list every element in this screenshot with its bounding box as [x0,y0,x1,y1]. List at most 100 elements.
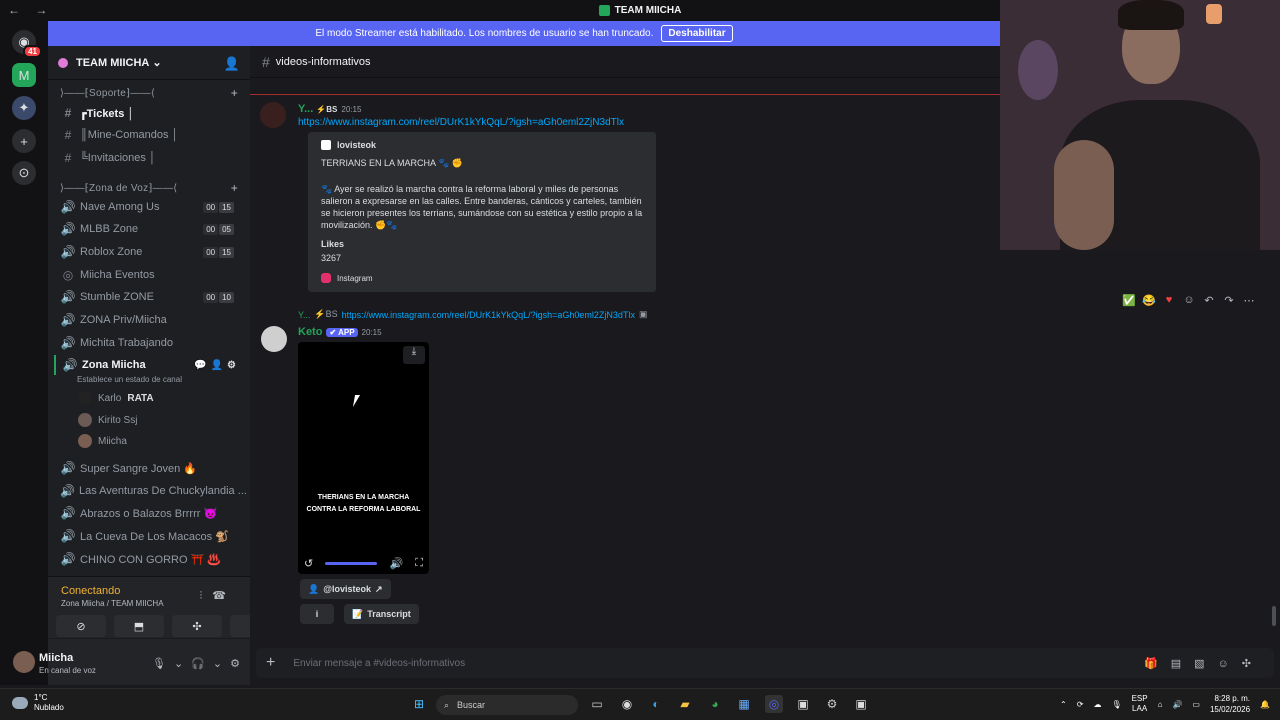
info-button[interactable]: i [300,604,334,624]
voice-member[interactable]: Miicha [78,432,127,450]
volume-icon[interactable]: 🔊 [389,557,403,570]
battery-icon[interactable]: ▭ [1192,700,1200,709]
cloud-tray-icon[interactable]: ☁ [1093,700,1101,709]
notifications-icon[interactable]: 🔔 [1260,700,1270,709]
avatar[interactable] [261,326,287,352]
chevron-down-icon[interactable]: ⌄ [213,657,222,670]
server-team-miicha-icon[interactable]: M [12,63,36,87]
add-reaction-icon[interactable]: ☺ [1182,294,1196,307]
epic-games-icon-2[interactable]: ▣ [852,695,870,713]
heart-reaction-icon[interactable]: ♥ [1162,294,1176,307]
chevron-up-icon[interactable]: ⌃ [1060,700,1067,709]
category-zona-de-voz[interactable]: ⟩——⁅Zona de Voz⁆——⟨ + [54,178,246,198]
gear-icon[interactable]: ⚙ [230,657,240,670]
username[interactable]: Miicha [39,652,73,664]
sync-icon[interactable]: ⟳ [1077,700,1084,709]
message-author[interactable]: Keto ✔ APP 20:15 [298,326,382,338]
voice-channel[interactable]: 🔊 Stumble ZONE 00 10 [54,287,246,307]
voice-channel[interactable]: 🔊 Nave Among Us 00 15 [54,197,246,217]
avatar[interactable] [260,102,286,128]
settings-icon[interactable]: ⚙ [823,695,841,713]
voice-channel[interactable]: 🔊 CHINO CON GORRO ⛩️ ♨️ [54,549,246,569]
download-icon[interactable]: ⤓ [403,346,425,364]
epic-games-icon[interactable]: ▣ [794,695,812,713]
nav-arrows[interactable]: ← → [8,3,53,17]
attach-plus-icon[interactable]: + [266,654,275,672]
server-icon-2[interactable]: ✦ [12,96,36,120]
language-indicator[interactable]: ESP LAA [1132,694,1148,714]
clock[interactable]: 8:28 p. m. 15/02/2026 [1210,693,1250,715]
voice-location[interactable]: Zona Miicha / TEAM MIICHA [61,599,164,608]
transcript-button[interactable]: 📝 Transcript [344,604,419,624]
voice-channel[interactable]: 🔊 La Cueva De Los Macacos 🐒 [54,526,246,546]
disable-streamer-button[interactable]: Deshabilitar [661,25,733,42]
fullscreen-icon[interactable]: ⛶ [415,557,423,570]
voice-member[interactable]: Kirito Ssj [78,411,137,429]
reply-reference[interactable]: Y... ⚡BS https://www.instagram.com/reel/… [298,309,647,320]
disconnect-icon[interactable]: ☎ [212,590,236,602]
network-icon[interactable]: ⌂ [1158,700,1163,709]
gear-icon[interactable]: ⚙ [227,360,236,371]
invite-people-icon[interactable]: 👤 [224,56,240,72]
channel-mine-comandos[interactable]: # ║Mine-Comandos │ [54,125,246,145]
microphone-icon[interactable]: 🎙 [152,657,166,670]
laugh-reaction-icon[interactable]: 😂 [1142,294,1156,307]
chat-scrollbar[interactable] [1272,606,1276,626]
windows-start-icon[interactable]: ⊞ [410,695,428,713]
voice-channel[interactable]: 🔊 ZONA Priv/Miicha [54,310,246,330]
category-soporte[interactable]: ⟩——⁅Soporte⁆——⟨ + [54,83,246,103]
mic-tray-icon[interactable]: 🎙 [1111,700,1121,709]
store-icon[interactable]: ▦ [735,695,753,713]
message-link[interactable]: https://www.instagram.com/reel/DUrK1kYkQ… [298,117,624,128]
volume-tray-icon[interactable]: 🔊 [1172,700,1182,709]
channel-invitaciones[interactable]: # ╚Invitaciones │ [54,148,246,168]
forward-icon[interactable]: ↷ [1222,294,1236,307]
obs-icon[interactable]: ◉ [618,695,636,713]
invite-icon[interactable]: 👤 [211,360,223,371]
gif-icon[interactable]: ▤ [1171,658,1194,670]
more-icon[interactable]: ⋯ [1242,294,1256,307]
channel-tickets[interactable]: # ┏Tickets │ [54,103,246,123]
chrome-icon[interactable]: ◕ [706,695,724,713]
noise-suppression-icon[interactable]: ⫶ [200,590,213,602]
replay-icon[interactable]: ↺ [304,557,313,570]
emoji-icon[interactable]: ☺ [1218,658,1242,670]
discover-icon[interactable]: ⊙ [12,161,36,185]
camera-off-button[interactable]: ⊘ [56,615,106,637]
check-reaction-icon[interactable]: ✅ [1122,294,1136,307]
add-server-icon[interactable]: + [12,129,36,153]
server-header[interactable]: TEAM MIICHA ⌄ 👤 [48,46,250,80]
avatar[interactable] [13,651,35,673]
volume-slider[interactable] [325,562,378,565]
file-explorer-icon[interactable]: ▰ [676,695,694,713]
task-view-icon[interactable]: ▭ [588,695,606,713]
message-composer[interactable]: + Enviar mensaje a #videos-informativos … [256,648,1274,678]
voice-channel-zona-miicha[interactable]: 🔊 Zona Miicha 💬 👤 ⚙ [54,355,246,375]
screen-share-button[interactable]: ⬒ [114,615,164,637]
reply-icon[interactable]: ↶ [1202,294,1216,307]
video-player[interactable]: ⤓ THERIANS EN LA MARCHA CONTRA LA REFORMA… [298,342,429,574]
discord-home-icon[interactable]: ◉ 41 [12,30,42,58]
embed-author[interactable]: lovisteok [321,140,646,150]
voice-channel[interactable]: 🔊 Michita Trabajando [54,333,246,353]
voice-channel[interactable]: 🔊 Abrazos o Balazos Brrrrr 😈 [54,503,246,523]
weather-widget[interactable]: 1°C Nublado [12,693,64,713]
voice-channel[interactable]: 🔊 Roblox Zone 00 15 [54,242,246,262]
voice-channel[interactable]: 🔊 MLBB Zone 00 05 [54,219,246,239]
sticker-icon[interactable]: ▧ [1194,658,1217,670]
add-channel-icon[interactable]: + [231,86,238,100]
gift-icon[interactable]: 🎁 [1144,658,1171,670]
profile-link-button[interactable]: 👤 @lovisteok ↗ [300,579,391,599]
channel-status[interactable]: Establece un estado de canal [77,375,182,384]
stage-channel[interactable]: ◎ Miicha Eventos [54,265,246,285]
apps-icon[interactable]: ✣ [1242,658,1264,670]
headphones-icon[interactable]: 🎧 [191,657,205,670]
voice-channel[interactable]: 🔊 Las Aventuras De Chuckylandia ... [54,481,246,501]
voice-member[interactable]: Karlo RATA [78,389,154,407]
chevron-down-icon[interactable]: ⌄ [174,657,183,670]
activities-button[interactable]: ✣ [172,615,222,637]
add-channel-icon[interactable]: + [231,181,238,195]
voice-channel[interactable]: 🔊 Super Sangre Joven 🔥 [54,458,246,478]
chat-icon[interactable]: 💬 [194,360,206,371]
taskbar-search[interactable]: ⌕ Buscar [436,695,578,715]
